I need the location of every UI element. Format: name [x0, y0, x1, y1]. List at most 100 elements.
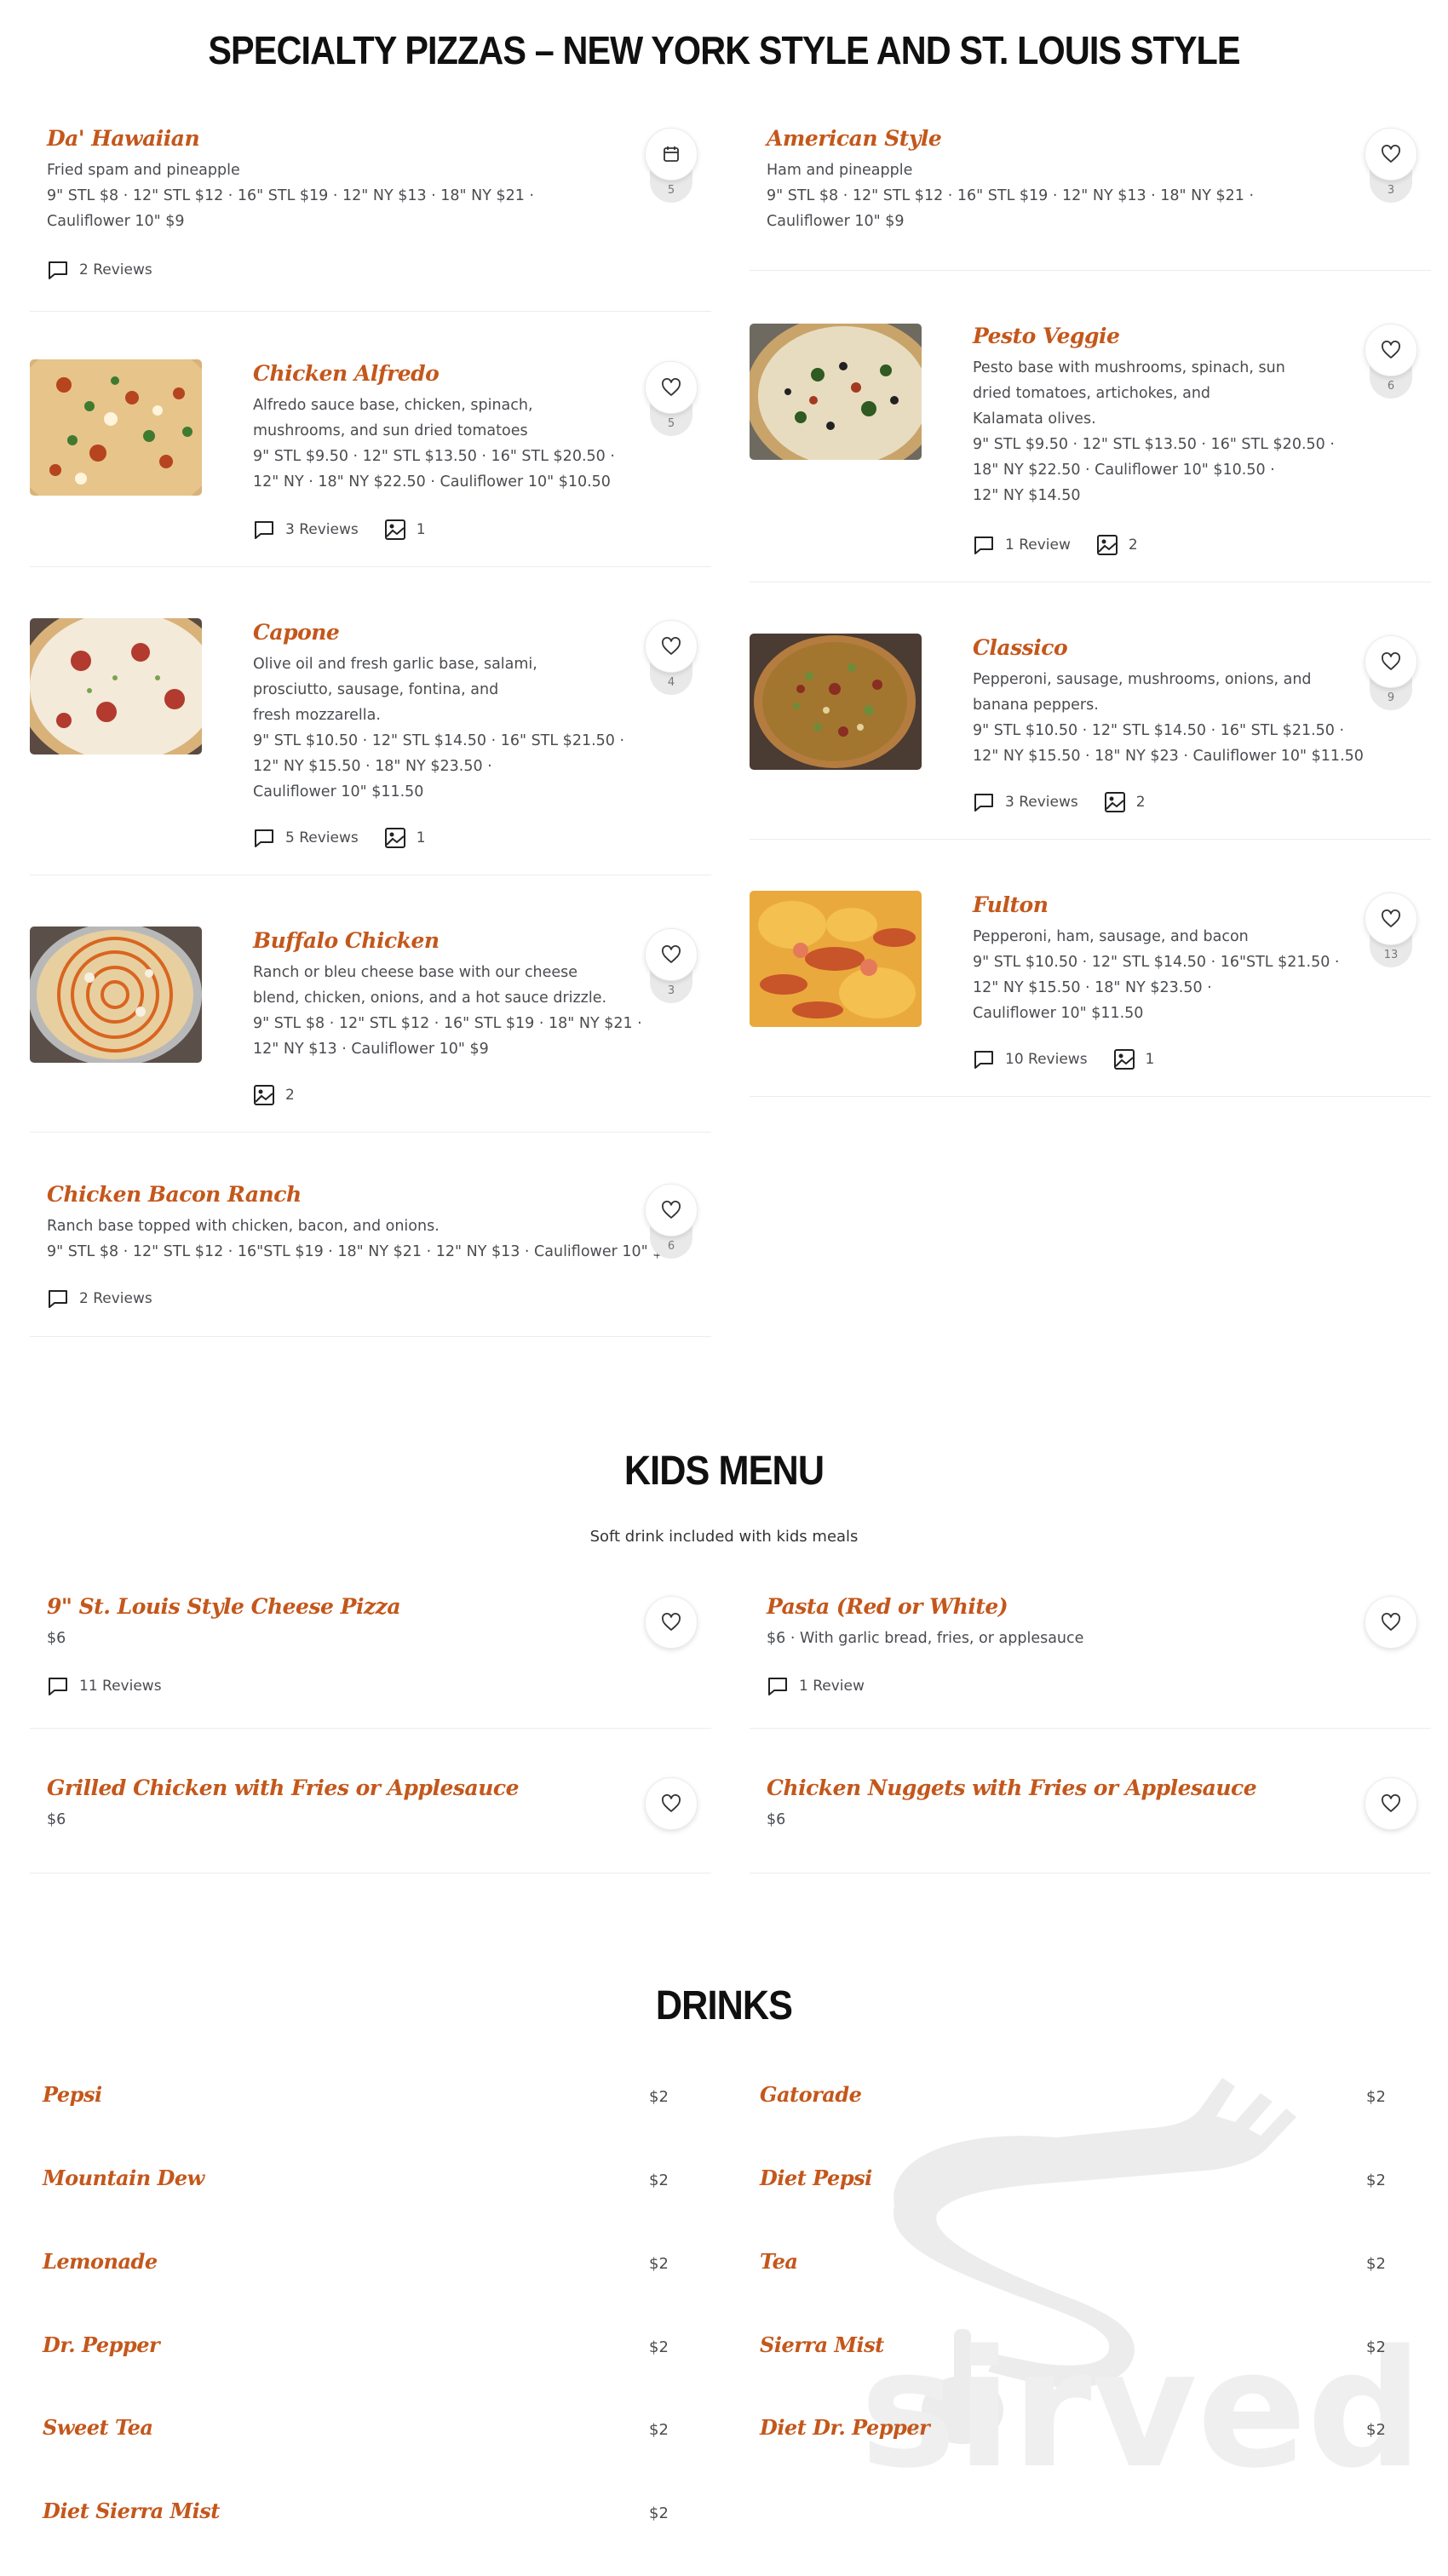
calendar-icon [664, 146, 679, 162]
photos-link[interactable]: 2 [253, 1084, 295, 1106]
drink-name[interactable]: Lemonade [43, 2249, 158, 2274]
review-count: 1 Review [1005, 536, 1071, 554]
item-name[interactable]: Chicken Nuggets with Fries or Applesauce [767, 1776, 1257, 1800]
item-meta: 3 Reviews 1 [253, 519, 451, 541]
menu-item-kids-grilled-chicken: Grilled Chicken with Fries or Applesauce… [30, 1729, 711, 1873]
reviews-link[interactable]: 3 Reviews [973, 792, 1078, 812]
drink-price: $2 [1366, 2338, 1386, 2356]
image-icon [384, 828, 405, 848]
favorite-count: 6 [667, 1240, 675, 1253]
drink-name[interactable]: Sierra Mist [760, 2332, 884, 2357]
item-meta: 5 Reviews 1 [253, 827, 451, 849]
item-name[interactable]: Pesto Veggie [973, 324, 1120, 348]
photos-link[interactable]: 1 [384, 827, 426, 849]
heart-icon [1382, 909, 1400, 927]
menu-item-buffalo-chicken: Buffalo Chicken Ranch or bleu cheese bas… [30, 875, 711, 1133]
item-description: $6 · With garlic bread, fries, or apples… [767, 1630, 1084, 1647]
item-meta: 2 Reviews [47, 1288, 178, 1309]
heart-icon [1382, 652, 1400, 670]
pizza-photo[interactable] [30, 927, 202, 1063]
menu-item-classico: Classico Pepperoni, sausage, mushrooms, … [750, 582, 1431, 840]
item-name[interactable]: Da' Hawaiian [47, 126, 200, 151]
heart-icon [662, 378, 681, 396]
item-name[interactable]: Capone [253, 620, 340, 645]
reviews-link[interactable]: 1 Review [973, 535, 1071, 555]
drink-name[interactable]: Mountain Dew [43, 2166, 204, 2190]
drink-name[interactable]: Tea [760, 2249, 798, 2274]
menu-item-capone: Capone Olive oil and fresh garlic base, … [30, 567, 711, 875]
item-meta: 11 Reviews [47, 1676, 187, 1696]
heart-icon [1382, 145, 1400, 163]
heart-icon [1382, 341, 1400, 359]
drink-name[interactable]: Dr. Pepper [43, 2332, 160, 2357]
pizza-photo[interactable] [750, 324, 922, 460]
photos-link[interactable]: 1 [1113, 1048, 1155, 1070]
item-name[interactable]: Pasta (Red or White) [767, 1594, 1008, 1619]
favorite-count: 3 [667, 984, 675, 997]
reviews-link[interactable]: 10 Reviews [973, 1049, 1088, 1070]
comment-icon [255, 521, 273, 539]
reviews-link[interactable]: 2 Reviews [47, 1288, 152, 1309]
heart-icon [1382, 1794, 1400, 1812]
pizza-photo[interactable] [750, 634, 922, 770]
menu-item-kids-cheese-pizza: 9" St. Louis Style Cheese Pizza $6 11 Re… [30, 1575, 711, 1729]
item-meta: 1 Review 2 [973, 534, 1164, 556]
drink-name[interactable]: Gatorade [760, 2082, 862, 2107]
photos-link[interactable]: 2 [1104, 791, 1146, 813]
pizza-photo[interactable] [30, 618, 202, 754]
reviews-link[interactable]: 1 Review [767, 1676, 865, 1696]
review-count: 3 Reviews [1005, 794, 1078, 811]
drink-name[interactable]: Diet Sierra Mist [43, 2499, 220, 2523]
drink-price: $2 [1366, 2421, 1386, 2439]
menu-item-american-style: American Style Ham and pineapple 9" STL … [750, 111, 1431, 271]
drink-price: $2 [649, 2172, 669, 2189]
image-icon [1096, 535, 1118, 555]
comment-icon [974, 1051, 993, 1069]
favorite-count: 4 [667, 676, 675, 689]
reviews-link[interactable]: 5 Reviews [253, 828, 359, 848]
item-name[interactable]: Buffalo Chicken [253, 928, 440, 953]
item-name[interactable]: 9" St. Louis Style Cheese Pizza [47, 1594, 401, 1619]
item-description: Pesto base with mushrooms, spinach, sun … [973, 359, 1335, 504]
drink-name[interactable]: Sweet Tea [43, 2415, 153, 2440]
menu-item-fulton: Fulton Pepperoni, ham, sausage, and baco… [750, 840, 1431, 1097]
item-name[interactable]: American Style [767, 126, 942, 151]
item-description: $6 [47, 1811, 66, 1828]
comment-icon [974, 536, 993, 554]
image-icon [384, 519, 405, 540]
drink-name[interactable]: Diet Dr. Pepper [760, 2415, 930, 2440]
photos-link[interactable]: 2 [1096, 534, 1138, 556]
reviews-link[interactable]: 2 Reviews [47, 260, 152, 280]
item-description: Pepperoni, sausage, mushrooms, onions, a… [973, 671, 1364, 765]
reviews-link[interactable]: 3 Reviews [253, 519, 359, 540]
comment-icon [49, 261, 67, 279]
item-name[interactable]: Chicken Alfredo [253, 361, 440, 386]
photo-count: 1 [1145, 1051, 1155, 1068]
kids-menu-note: Soft drink included with kids meals [589, 1528, 859, 1546]
drink-price: $2 [649, 2088, 669, 2106]
section-title-kids-menu: KIDS MENU [623, 1449, 825, 1494]
item-name[interactable]: Chicken Bacon Ranch [47, 1182, 302, 1207]
item-description: Olive oil and fresh garlic base, salami,… [253, 656, 625, 800]
item-name[interactable]: Fulton [973, 892, 1049, 917]
heart-icon [1382, 1613, 1400, 1631]
item-description: Fried spam and pineapple 9" STL $8 · 12"… [47, 162, 535, 230]
item-description: $6 [767, 1811, 786, 1828]
reviews-link[interactable]: 11 Reviews [47, 1676, 162, 1696]
photo-count: 1 [416, 829, 426, 846]
review-count: 2 Reviews [79, 261, 152, 278]
drink-price: $2 [1366, 2255, 1386, 2273]
photo-count: 2 [1128, 536, 1138, 554]
photo-count: 1 [416, 521, 426, 538]
drink-name[interactable]: Pepsi [43, 2082, 102, 2107]
photos-link[interactable]: 1 [384, 519, 426, 541]
menu-item-da-hawaiian: Da' Hawaiian Fried spam and pineapple 9"… [30, 111, 711, 312]
item-name[interactable]: Grilled Chicken with Fries or Applesauce [47, 1776, 520, 1800]
drink-price: $2 [649, 2421, 669, 2439]
item-description: Ranch base topped with chicken, bacon, a… [47, 1218, 672, 1260]
drink-name[interactable]: Diet Pepsi [760, 2166, 872, 2190]
pizza-photo[interactable] [750, 891, 922, 1027]
pizza-photo[interactable] [30, 359, 202, 496]
item-name[interactable]: Classico [973, 635, 1068, 660]
heart-icon [662, 1201, 681, 1219]
